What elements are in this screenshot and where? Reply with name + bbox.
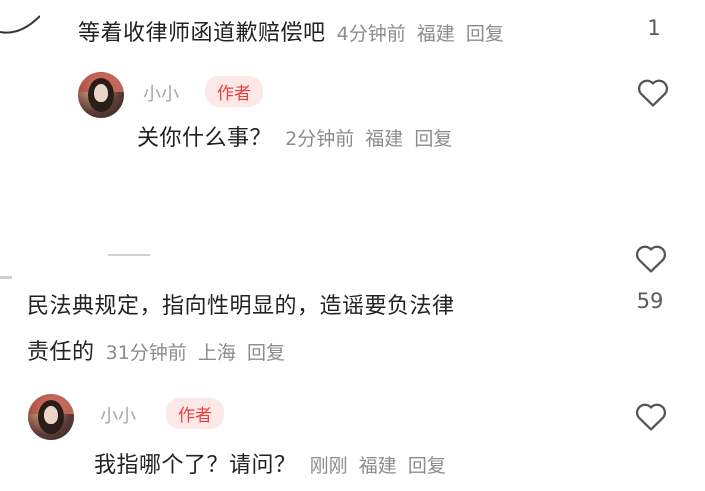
avatar[interactable] <box>78 72 124 118</box>
cropped-username-scrap <box>108 254 150 256</box>
reply-1-time: 2分钟前 <box>285 128 355 150</box>
comment-2-row: 责任的 31分钟前 上海 回复 <box>27 334 285 366</box>
heart-outline-icon <box>636 76 670 108</box>
reply-1-like-button[interactable] <box>636 76 670 108</box>
comment-1-time: 4分钟前 <box>336 23 406 45</box>
comment-2-like-button[interactable] <box>634 242 668 274</box>
reply-2-text: 我指哪个了？请问？ <box>94 453 297 478</box>
reply-2-reply-button[interactable]: 回复 <box>408 455 446 477</box>
comment-1-like-count: 1 <box>647 16 661 40</box>
comment-1-row: 等着收律师函道歉赔偿吧 4分钟前 福建 回复 <box>78 15 504 47</box>
comment-1-location: 福建 <box>416 23 455 45</box>
reply-1-text: 关你什么事？ <box>137 126 273 151</box>
reply-1-location: 福建 <box>365 128 404 150</box>
reply-1-row: 关你什么事？ 2分钟前 福建 回复 <box>137 120 452 152</box>
heart-outline-icon <box>634 400 668 432</box>
comment-2-location: 上海 <box>197 342 236 364</box>
comment-2-time: 31分钟前 <box>105 342 187 364</box>
comment-2-text-line1: 民法典规定，指向性明显的，造谣要负法律 <box>27 294 455 319</box>
reply-2-time: 刚刚 <box>309 455 348 477</box>
cropped-avatar-scrap <box>0 276 12 279</box>
reply-1-username[interactable]: 小小 <box>143 80 179 106</box>
reply-1-reply-button[interactable]: 回复 <box>414 128 452 150</box>
comment-2-text-line2: 责任的 <box>27 340 95 365</box>
comment-2-reply-button[interactable]: 回复 <box>247 342 285 364</box>
top-left-scrap <box>0 10 41 38</box>
reply-2-username[interactable]: 小小 <box>100 402 136 428</box>
comment-1-text: 等着收律师函道歉赔偿吧 <box>78 21 326 46</box>
reply-2-like-button[interactable] <box>634 400 668 432</box>
heart-outline-icon <box>634 242 668 274</box>
comment-2-like-count: 59 <box>636 289 664 313</box>
reply-2-author-badge: 作者 <box>166 398 224 429</box>
comment-1-reply-button[interactable]: 回复 <box>466 23 504 45</box>
reply-2-row: 我指哪个了？请问？ 刚刚 福建 回复 <box>94 447 446 479</box>
reply-1-author-badge: 作者 <box>205 76 263 107</box>
avatar[interactable] <box>28 394 74 440</box>
reply-2-location: 福建 <box>358 455 397 477</box>
